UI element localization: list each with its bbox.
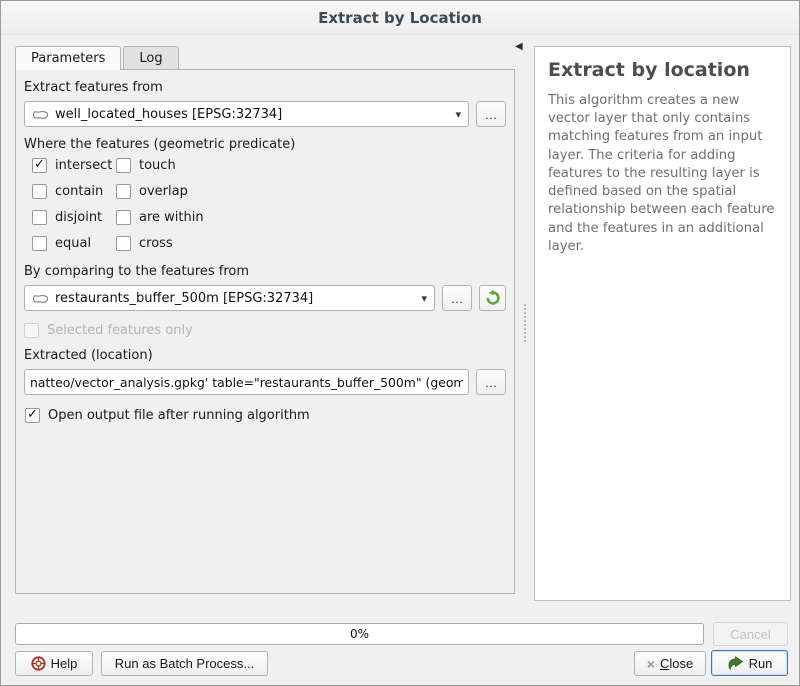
run-button[interactable]: Run (711, 650, 788, 676)
predicate-label-text: disjoint (55, 210, 102, 225)
checkbox-unchecked (32, 236, 47, 251)
chevron-down-icon: ▾ (421, 292, 427, 305)
window-title: Extract by Location (318, 9, 482, 27)
open-output-label: Open output file after running algorithm (48, 408, 310, 423)
predicate-disjoint[interactable]: disjoint (32, 210, 116, 225)
chevron-down-icon: ▾ (455, 108, 461, 121)
tab-parameters[interactable]: Parameters (15, 46, 121, 70)
cancel-button[interactable]: Cancel (713, 622, 788, 646)
progress-value: 0% (350, 627, 369, 641)
checkbox-checked: ✓ (25, 408, 40, 423)
run-as-batch-button[interactable]: Run as Batch Process... (101, 651, 268, 676)
checkbox-unchecked (32, 210, 47, 225)
tab-bar: Parameters Log (15, 46, 181, 69)
input-layer-value: well_located_houses [EPSG:32734] (55, 107, 282, 122)
checkbox-unchecked (116, 236, 131, 251)
open-output-checkbox[interactable]: ✓ Open output file after running algorit… (25, 408, 506, 423)
predicate-grid: ✓ intersect touch contain overlap disjoi… (32, 158, 506, 251)
output-browse-button[interactable]: … (476, 369, 506, 395)
input-layer-combobox[interactable]: well_located_houses [EPSG:32734] ▾ (24, 101, 469, 127)
predicate-label-text: touch (139, 158, 176, 173)
check-icon: ✓ (27, 408, 38, 421)
tab-log-label: Log (139, 51, 162, 66)
help-lifebuoy-icon (31, 656, 46, 671)
checkbox-unchecked (116, 184, 131, 199)
predicate-label-text: contain (55, 184, 103, 199)
compare-layer-browse-button[interactable]: … (442, 285, 472, 311)
run-arrow-icon (727, 656, 744, 671)
cancel-label: Cancel (730, 627, 770, 642)
checkbox-unchecked (32, 184, 47, 199)
predicate-label-text: overlap (139, 184, 188, 199)
predicate-equal[interactable]: equal (32, 236, 116, 251)
splitter-handle[interactable] (524, 304, 526, 342)
batch-label: Run as Batch Process... (115, 656, 254, 671)
tab-parameters-label: Parameters (31, 51, 105, 66)
predicate-label-text: equal (55, 236, 91, 251)
help-button[interactable]: Help (15, 651, 93, 676)
predicate-label-text: are within (139, 210, 204, 225)
polygon-layer-icon (32, 108, 50, 120)
checkbox-checked: ✓ (32, 158, 47, 173)
predicate-overlap[interactable]: overlap (116, 184, 506, 199)
output-label: Extracted (location) (24, 348, 506, 363)
input-layer-label: Extract features from (24, 80, 506, 95)
collapse-help-panel-icon[interactable]: ◀ (515, 41, 523, 52)
predicate-contain[interactable]: contain (32, 184, 116, 199)
title-bar: Extract by Location (1, 1, 799, 35)
close-button[interactable]: × Close (634, 651, 706, 676)
compare-layer-label: By comparing to the features from (24, 264, 506, 279)
help-description: This algorithm creates a new vector laye… (548, 92, 777, 256)
input-layer-browse-button[interactable]: … (476, 101, 506, 127)
checkbox-unchecked (116, 210, 131, 225)
output-path-input[interactable] (24, 369, 469, 395)
help-panel: Extract by location This algorithm creat… (534, 46, 791, 601)
predicate-cross[interactable]: cross (116, 236, 506, 251)
close-label: Close (660, 656, 693, 671)
check-icon: ✓ (34, 158, 45, 171)
polygon-layer-icon (32, 292, 50, 304)
predicate-label: Where the features (geometric predicate) (24, 137, 506, 152)
checkbox-disabled (24, 323, 39, 338)
help-label: Help (51, 656, 78, 671)
checkbox-unchecked (116, 158, 131, 173)
predicate-label-text: intersect (55, 158, 112, 173)
predicate-touch[interactable]: touch (116, 158, 506, 173)
compare-layer-value: restaurants_buffer_500m [EPSG:32734] (55, 291, 313, 306)
predicate-are-within[interactable]: are within (116, 210, 506, 225)
compare-layer-combobox[interactable]: restaurants_buffer_500m [EPSG:32734] ▾ (24, 285, 435, 311)
close-x-icon: × (647, 657, 655, 671)
tab-log[interactable]: Log (123, 46, 178, 69)
selected-features-only-label: Selected features only (47, 323, 193, 338)
progress-bar: 0% (15, 623, 704, 645)
iterate-layer-button[interactable] (479, 285, 506, 311)
iterate-icon (485, 290, 501, 306)
selected-features-only-checkbox: Selected features only (24, 323, 506, 338)
extract-by-location-dialog: Extract by Location Parameters Log Extra… (0, 0, 800, 686)
help-title: Extract by location (548, 59, 777, 81)
run-label: Run (749, 656, 773, 671)
predicate-label-text: cross (139, 236, 173, 251)
predicate-intersect[interactable]: ✓ intersect (32, 158, 116, 173)
parameters-panel: Extract features from well_located_house… (15, 69, 515, 594)
